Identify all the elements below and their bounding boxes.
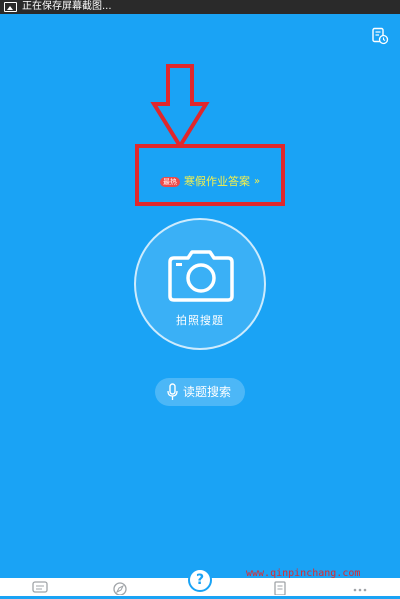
camera-search-button[interactable]: 拍照搜题	[134, 218, 266, 350]
voice-search-label: 读题搜索	[183, 385, 232, 399]
annotation-arrow	[150, 64, 210, 148]
promo-link[interactable]: 最热 寒假作业答案 »	[160, 175, 260, 189]
status-text: 正在保存屏幕截图...	[22, 1, 112, 12]
document-icon	[274, 581, 286, 596]
camera-icon	[168, 250, 234, 302]
image-icon	[4, 2, 17, 12]
camera-search-label: 拍照搜题	[176, 314, 224, 327]
promo-badge: 最热	[160, 177, 180, 187]
nav-item-document[interactable]	[272, 580, 288, 596]
voice-search-button[interactable]: 读题搜索	[155, 378, 245, 406]
compass-icon	[113, 582, 127, 596]
nav-item-more[interactable]	[352, 580, 368, 594]
chat-icon	[32, 581, 48, 593]
history-document-icon	[372, 27, 389, 45]
question-icon: ?	[195, 572, 205, 588]
history-button[interactable]	[371, 27, 389, 45]
microphone-icon	[167, 383, 178, 400]
promo-text: 寒假作业答案	[184, 175, 250, 188]
nav-item-ask[interactable]: ?	[188, 568, 212, 592]
double-chevron-right-icon: »	[254, 176, 261, 187]
more-icon	[353, 588, 367, 592]
status-bar: 正在保存屏幕截图...	[0, 0, 400, 14]
nav-item-chat[interactable]	[32, 580, 48, 594]
nav-item-discover[interactable]	[112, 580, 128, 596]
